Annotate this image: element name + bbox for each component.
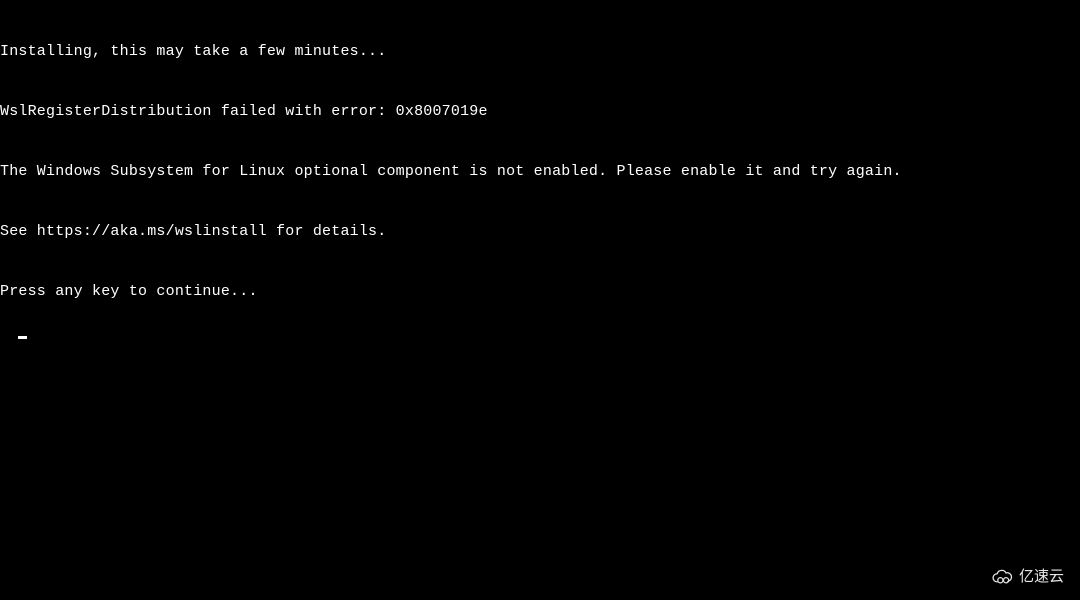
- watermark: 亿速云: [983, 562, 1070, 592]
- terminal-output[interactable]: Installing, this may take a few minutes.…: [0, 0, 1080, 346]
- terminal-line: See https://aka.ms/wslinstall for detail…: [0, 222, 1080, 242]
- cursor: [18, 336, 27, 339]
- terminal-line: The Windows Subsystem for Linux optional…: [0, 162, 1080, 182]
- watermark-text: 亿速云: [1019, 567, 1064, 587]
- terminal-line: Installing, this may take a few minutes.…: [0, 42, 1080, 62]
- terminal-line: Press any key to continue...: [0, 282, 1080, 302]
- terminal-line: WslRegisterDistribution failed with erro…: [0, 102, 1080, 122]
- cloud-icon: [989, 566, 1015, 588]
